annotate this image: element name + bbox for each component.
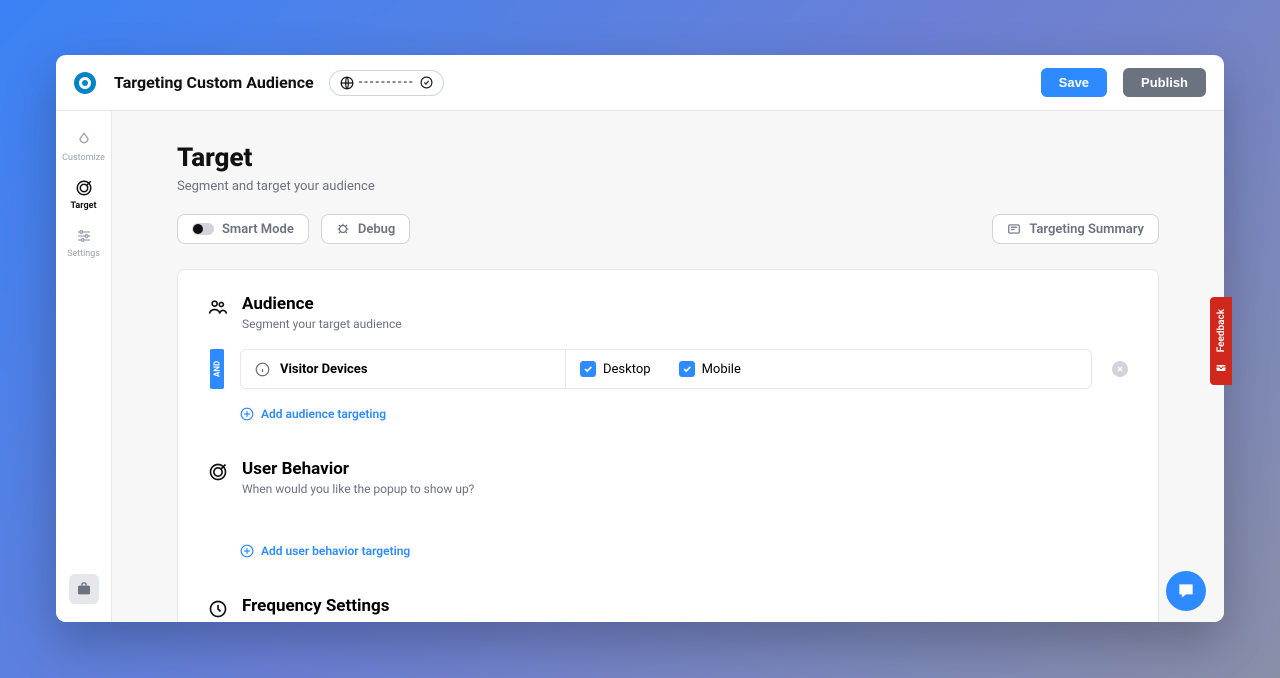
smart-mode-toggle[interactable]: Smart Mode: [177, 214, 309, 244]
add-user-behavior-targeting[interactable]: Add user behavior targeting: [240, 544, 1128, 558]
target-icon: [75, 179, 93, 197]
plus-circle-icon: [240, 407, 254, 421]
targeting-summary-button[interactable]: Targeting Summary: [992, 214, 1159, 244]
frequency-title: Frequency Settings: [242, 596, 389, 616]
page-title: Targeting Custom Audience: [114, 73, 314, 92]
droplet-icon: [75, 131, 93, 149]
frequency-icon: [208, 599, 228, 619]
rule-label[interactable]: Visitor Devices: [241, 350, 566, 388]
plus-circle-icon: [240, 544, 254, 558]
sidebar-item-customize[interactable]: Customize: [56, 121, 111, 169]
user-behavior-title: User Behavior: [242, 459, 474, 479]
debug-button[interactable]: Debug: [321, 214, 410, 244]
sidebar-item-target[interactable]: Target: [56, 169, 111, 217]
globe-icon: [340, 76, 354, 90]
user-behavior-icon: [208, 462, 228, 482]
rule-visitor-devices: Visitor Devices Desktop Mobile: [240, 349, 1092, 389]
and-badge: AND: [210, 349, 224, 389]
inbox-icon: [1215, 361, 1227, 373]
checkbox-mobile[interactable]: Mobile: [679, 361, 741, 377]
app-logo[interactable]: [74, 72, 96, 94]
briefcase-icon: [76, 581, 92, 597]
sliders-icon: [75, 227, 93, 245]
chat-widget[interactable]: [1166, 571, 1206, 611]
audience-title: Audience: [242, 294, 402, 314]
bug-icon: [336, 222, 350, 236]
chat-icon: [1176, 581, 1196, 601]
toggle-icon: [192, 223, 214, 235]
remove-rule-button[interactable]: [1112, 361, 1128, 377]
audience-icon: [208, 297, 228, 317]
audience-subtitle: Segment your target audience: [242, 317, 402, 331]
summary-icon: [1007, 222, 1021, 236]
top-bar: Targeting Custom Audience ---------- Sav…: [56, 55, 1224, 111]
publish-button[interactable]: Publish: [1123, 68, 1206, 97]
content-subtitle: Segment and target your audience: [177, 179, 1159, 194]
main-content: Target Segment and target your audience …: [112, 111, 1224, 622]
content-title: Target: [177, 143, 1159, 173]
check-icon: [679, 361, 695, 377]
info-icon: [255, 362, 270, 377]
checkbox-desktop[interactable]: Desktop: [580, 361, 651, 377]
sidebar-item-settings[interactable]: Settings: [56, 217, 111, 265]
add-audience-targeting[interactable]: Add audience targeting: [240, 407, 1128, 421]
feedback-tab[interactable]: Feedback: [1210, 297, 1232, 385]
sidebar-footer-button[interactable]: [69, 574, 99, 604]
status-pill[interactable]: ----------: [329, 70, 444, 96]
left-sidebar: Customize Target Settings: [56, 111, 112, 622]
save-button[interactable]: Save: [1041, 68, 1107, 97]
check-circle-icon: [420, 76, 433, 89]
check-icon: [580, 361, 596, 377]
user-behavior-subtitle: When would you like the popup to show up…: [242, 482, 474, 496]
